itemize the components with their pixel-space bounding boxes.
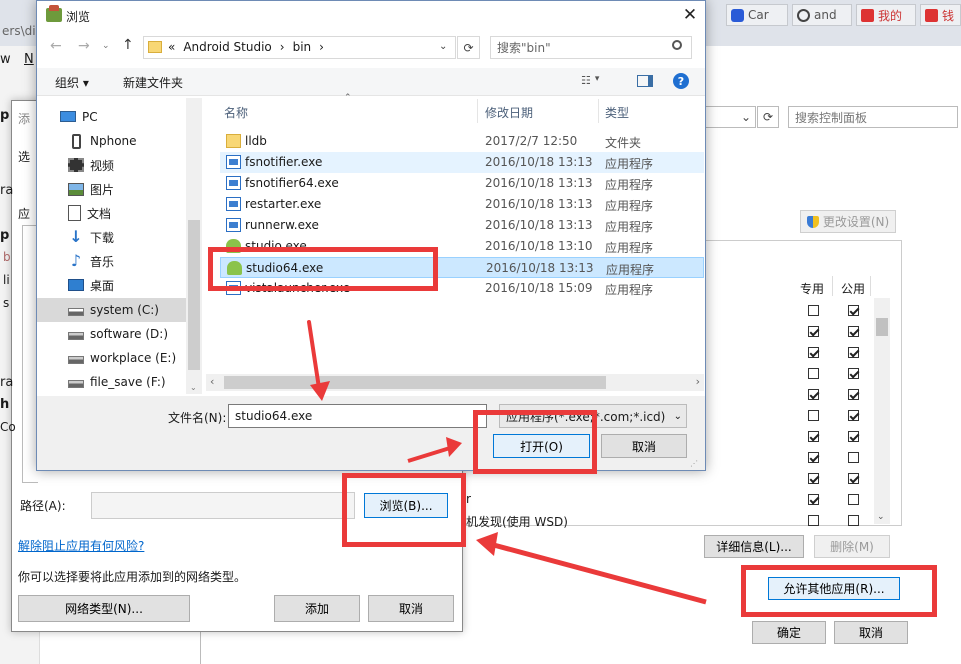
arrow-to-studio64 xyxy=(307,320,330,401)
annotation-arrows xyxy=(307,320,707,605)
arrow-to-browse xyxy=(476,532,707,605)
arrow-to-open xyxy=(407,437,462,463)
